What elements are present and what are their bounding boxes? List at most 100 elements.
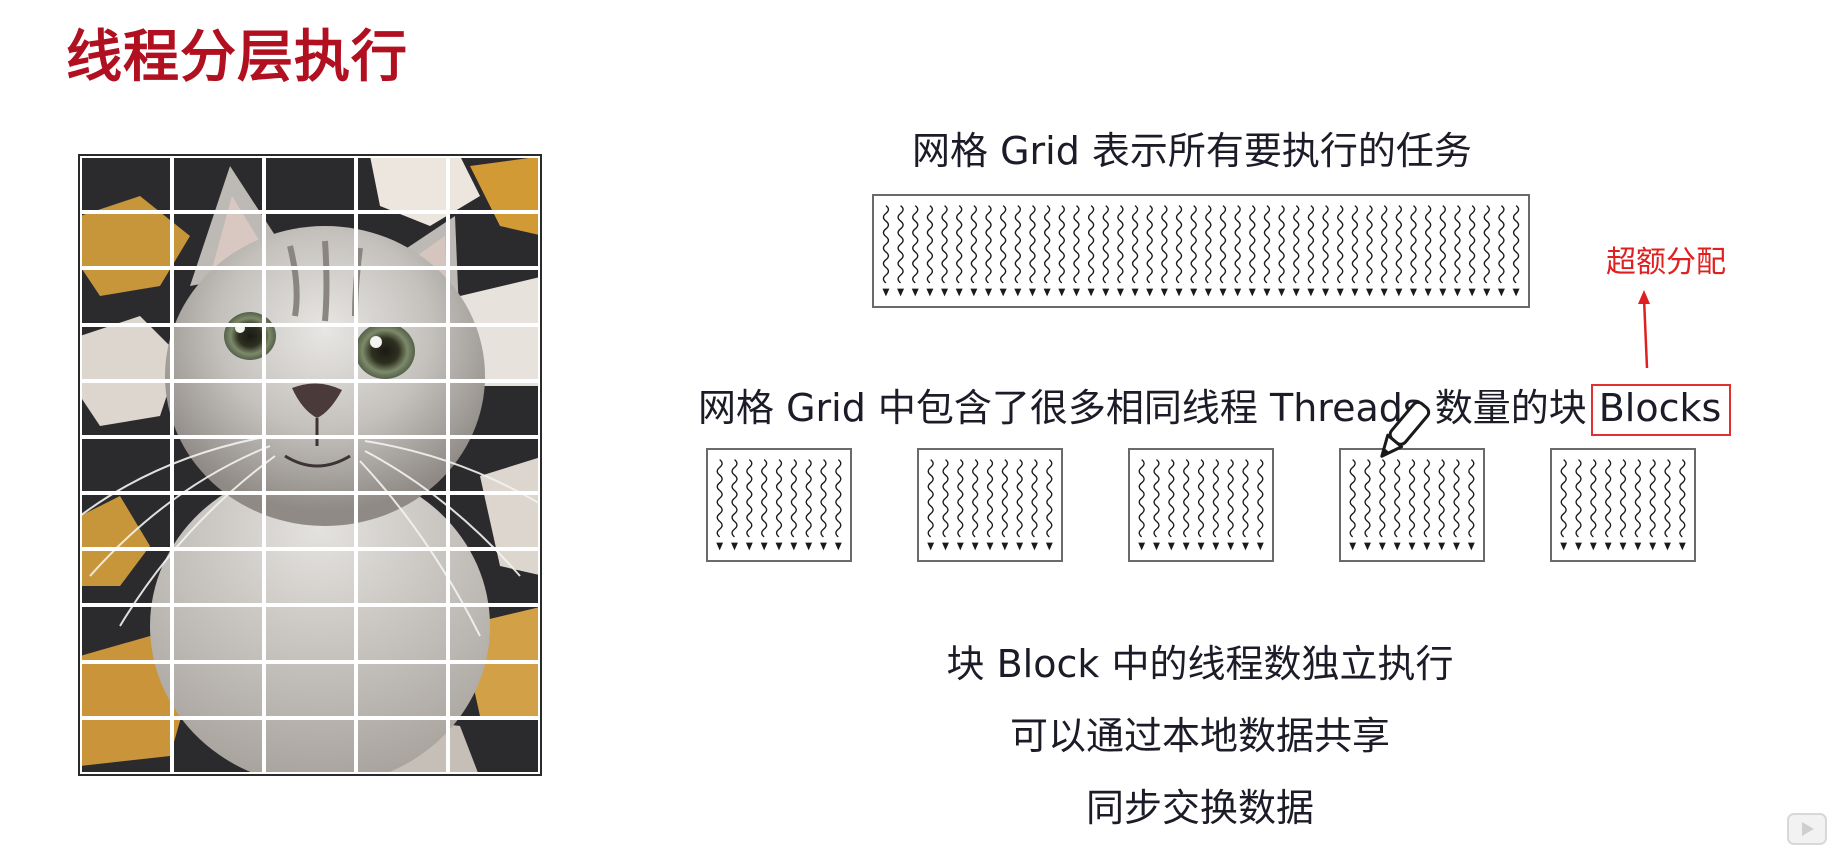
- block-threads: [1349, 459, 1475, 551]
- thread-arrow-icon: [1575, 459, 1582, 551]
- thread-arrow-icon: [1182, 459, 1190, 551]
- thread-arrow-icon: [1408, 459, 1416, 551]
- block-box: [1128, 448, 1274, 562]
- annotation-arrow-icon: [1638, 290, 1650, 369]
- thread-arrow-icon: [1234, 205, 1242, 297]
- thread-arrow-icon: [1197, 459, 1205, 551]
- thread-arrow-icon: [1175, 205, 1183, 297]
- thread-arrow-icon: [1219, 205, 1227, 297]
- thread-arrow-icon: [897, 205, 905, 297]
- thread-arrow-icon: [805, 459, 813, 551]
- thread-arrow-icon: [834, 459, 842, 551]
- thread-arrow-icon: [1204, 205, 1212, 297]
- thread-arrow-icon: [1453, 205, 1461, 297]
- thread-arrow-icon: [1001, 459, 1009, 551]
- thread-arrow-icon: [1410, 205, 1417, 297]
- thread-arrow-icon: [1395, 205, 1403, 297]
- thread-arrow-icon: [745, 459, 753, 551]
- block-box: [1550, 448, 1696, 562]
- block-box: [917, 448, 1063, 562]
- thread-arrow-icon: [1497, 205, 1505, 297]
- thread-arrow-icon: [1043, 205, 1051, 297]
- thread-arrow-icon: [1351, 205, 1359, 297]
- thread-arrow-icon: [1242, 459, 1249, 551]
- thread-arrow-icon: [986, 459, 994, 551]
- thread-arrow-icon: [1678, 459, 1686, 551]
- thread-arrow-icon: [1160, 205, 1168, 297]
- thread-arrow-icon: [1424, 205, 1432, 297]
- thread-arrow-icon: [1190, 205, 1198, 297]
- grid-box: [872, 194, 1530, 308]
- description-line-1: 块 Block 中的线程数独立执行: [946, 642, 1454, 686]
- description-line-3: 同步交换数据: [1085, 786, 1314, 830]
- block-threads: [1138, 459, 1264, 551]
- thread-arrow-icon: [1146, 205, 1154, 297]
- thread-arrow-icon: [1453, 459, 1460, 551]
- thread-arrow-icon: [1263, 205, 1271, 297]
- thread-arrow-icon: [941, 205, 949, 297]
- annotation-label: 超额分配: [1606, 245, 1726, 280]
- thread-arrow-icon: [1167, 459, 1175, 551]
- video-player-icon[interactable]: [1786, 812, 1828, 846]
- thread-arrow-icon: [1364, 459, 1371, 551]
- blocks-caption-text: 网格 Grid 中包含了很多相同线程 Threads 数量的块: [698, 386, 1587, 430]
- thread-arrow-icon: [1014, 205, 1022, 297]
- thread-arrow-icon: [760, 459, 768, 551]
- thread-arrow-icon: [1102, 205, 1110, 297]
- cat-image: [78, 154, 542, 776]
- block-threads: [1560, 459, 1686, 551]
- blocks-highlight: Blocks: [1590, 384, 1732, 436]
- thread-arrow-icon: [911, 205, 919, 297]
- thread-arrow-icon: [1512, 205, 1520, 297]
- thread-arrow-icon: [1248, 205, 1256, 297]
- thread-arrow-icon: [1423, 459, 1431, 551]
- thread-arrow-icon: [1072, 205, 1080, 297]
- thread-arrow-icon: [1378, 459, 1386, 551]
- thread-arrow-icon: [1393, 459, 1401, 551]
- thread-arrow-icon: [1664, 459, 1671, 551]
- thread-arrow-icon: [1087, 205, 1095, 297]
- cat-photo: [80, 156, 540, 774]
- grid-threads: [882, 205, 1520, 297]
- thread-arrow-icon: [926, 205, 934, 297]
- thread-arrow-icon: [1467, 459, 1475, 551]
- thread-arrow-icon: [1045, 459, 1053, 551]
- thread-arrow-icon: [927, 459, 935, 551]
- thread-arrow-icon: [1131, 205, 1139, 297]
- thread-arrow-icon: [955, 205, 963, 297]
- thread-arrow-icon: [1227, 459, 1235, 551]
- thread-arrow-icon: [1589, 459, 1597, 551]
- block-threads: [716, 459, 842, 551]
- thread-arrow-icon: [1483, 205, 1491, 297]
- thread-arrow-icon: [985, 205, 992, 297]
- description-line-2: 可以通过本地数据共享: [1009, 714, 1390, 758]
- thread-arrow-icon: [1016, 459, 1024, 551]
- thread-arrow-icon: [1619, 459, 1627, 551]
- thread-arrow-icon: [1439, 205, 1447, 297]
- thread-arrow-icon: [1116, 205, 1124, 297]
- thread-arrow-icon: [1292, 205, 1300, 297]
- block-box: [706, 448, 852, 562]
- thread-arrow-icon: [956, 459, 964, 551]
- grid-caption: 网格 Grid 表示所有要执行的任务: [912, 129, 1472, 173]
- thread-arrow-icon: [790, 459, 798, 551]
- slide: 线程分层执行 网格 Grid 表示所有要执行的任务 超额分配 网格 Grid 中…: [0, 0, 1840, 850]
- thread-arrow-icon: [1058, 205, 1066, 297]
- thread-arrow-icon: [820, 459, 827, 551]
- thread-arrow-icon: [971, 459, 979, 551]
- slide-title: 线程分层执行: [66, 25, 408, 90]
- thread-arrow-icon: [775, 459, 783, 551]
- thread-arrow-icon: [1560, 459, 1568, 551]
- blocks-caption: 网格 Grid 中包含了很多相同线程 Threads 数量的块 Blocks: [698, 377, 1732, 436]
- thread-arrow-icon: [1153, 459, 1160, 551]
- thread-arrow-icon: [731, 459, 738, 551]
- thread-arrow-icon: [1322, 205, 1330, 297]
- thread-arrow-icon: [1349, 459, 1357, 551]
- pen-cursor-icon: [1380, 400, 1431, 458]
- thread-arrow-icon: [1366, 205, 1374, 297]
- block-threads: [927, 459, 1053, 551]
- thread-arrow-icon: [1256, 459, 1264, 551]
- thread-arrow-icon: [1278, 205, 1286, 297]
- thread-arrow-icon: [1336, 205, 1344, 297]
- thread-arrow-icon: [1649, 459, 1657, 551]
